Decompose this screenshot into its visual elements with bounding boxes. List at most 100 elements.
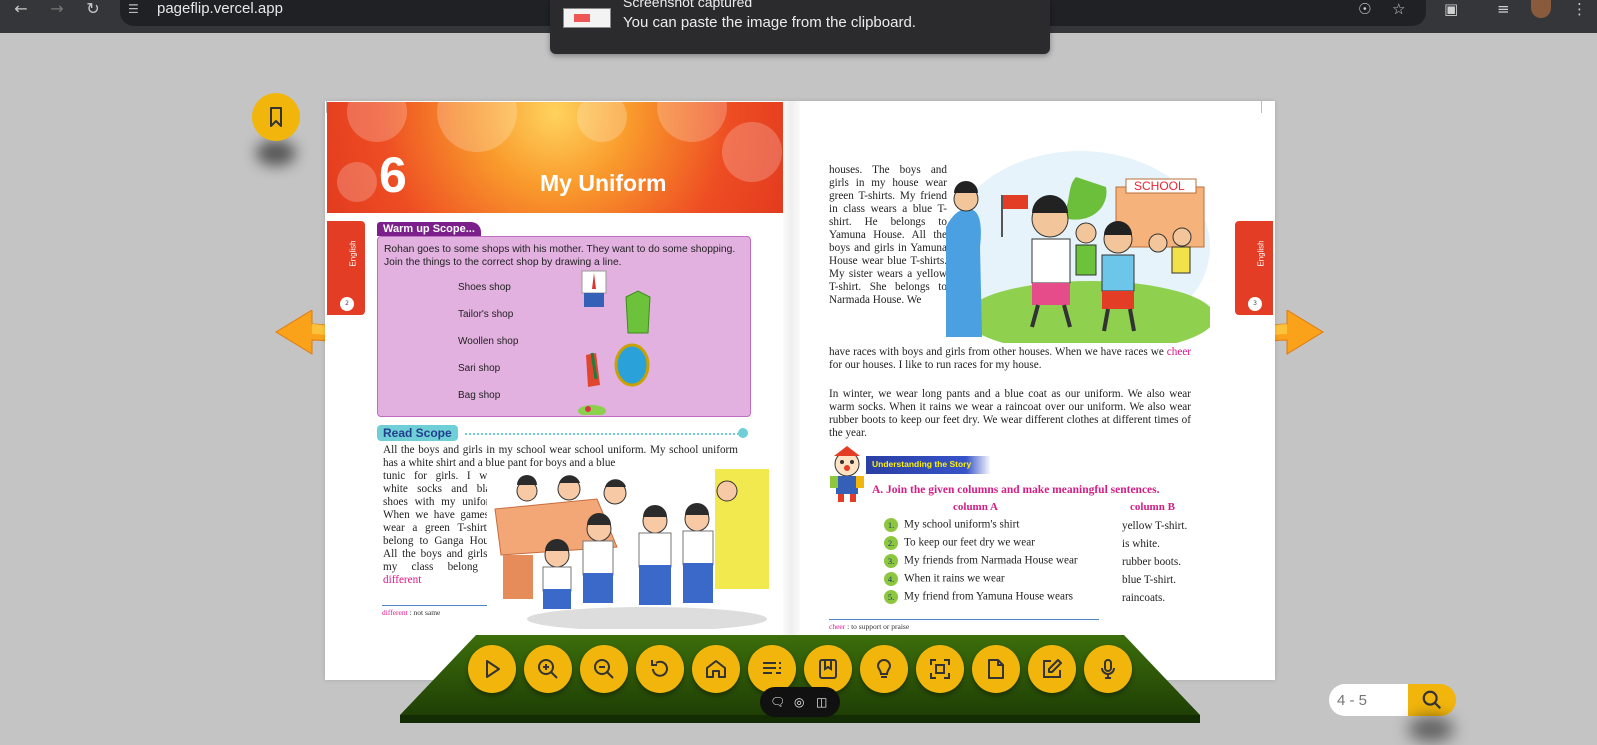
column-a-row: 1. My school uniform's shirt [884, 518, 1019, 532]
footnote-rule [829, 619, 1099, 620]
zoom-out-button[interactable] [580, 645, 628, 693]
bookmarks-icon [819, 659, 837, 679]
column-a-row: 2. To keep our feet dry we wear [884, 536, 1035, 550]
reading-text-narrow: tunic for girls. I wear white socks and … [383, 470, 501, 587]
column-a-row: 5. My friend from Yamuna House wears [884, 590, 1073, 604]
row-number-badge: 2. [884, 536, 898, 550]
menu-icon[interactable]: ⋮ [1572, 0, 1587, 18]
reset-button[interactable] [636, 645, 684, 693]
column-a-row: 3. My friends from Narmada House wear [884, 554, 1078, 568]
book-view-icon[interactable]: ◫ [816, 694, 827, 710]
column-b-heading: column B [1130, 501, 1175, 513]
notes-icon [1043, 659, 1062, 678]
star-icon[interactable]: ☆ [1392, 0, 1405, 18]
hint-button[interactable] [860, 645, 908, 693]
chapter-title: My Uniform [540, 170, 667, 196]
page-number: 3 [1248, 297, 1262, 311]
table-of-contents-icon [763, 662, 781, 674]
footnote-word: cheer [829, 622, 846, 631]
autoplay-button[interactable] [468, 645, 516, 693]
bookmark-button[interactable] [252, 93, 300, 141]
reload-icon[interactable]: ↻ [82, 0, 104, 20]
zoom-out-icon [594, 659, 614, 679]
bookmarks-button[interactable] [804, 645, 852, 693]
shop-items-illustration [578, 270, 651, 415]
warmup-box: Rohan goes to some shops with his mother… [377, 236, 751, 417]
hint-icon [876, 659, 892, 678]
page-number: 2 [340, 297, 354, 311]
reading-text-b: for our houses. I like to run races for … [829, 359, 1042, 372]
footnote-word: different [382, 608, 408, 617]
tab-label: English [348, 240, 358, 267]
tab-label: English [1256, 240, 1266, 267]
column-b-row: blue T-shirt. [1122, 574, 1177, 586]
reset-icon [651, 660, 668, 677]
flipbook[interactable]: 6 My Uniform English 2 Warm up Scope... … [325, 101, 1275, 680]
screenshot-thumbnail[interactable] [563, 8, 611, 28]
screenshot-toast: Screenshot captured You can paste the im… [550, 0, 1050, 54]
shop-label: Shoes shop [458, 282, 511, 293]
profile-avatar[interactable] [1531, 0, 1551, 18]
media-controls-icon[interactable]: ≡ [1497, 0, 1510, 18]
view-icon[interactable]: ◎ [794, 694, 804, 710]
search-icon [1422, 690, 1442, 710]
shop-label: Woollen shop [458, 336, 519, 347]
zoom-in-icon [538, 659, 558, 679]
column-a-row: 4. When it rains we wear [884, 572, 1005, 586]
row-text: My friends from Narmada House wear [904, 554, 1078, 567]
play-icon [486, 660, 500, 678]
notes-button[interactable] [1028, 645, 1076, 693]
toast-title: Screenshot captured [623, 0, 753, 10]
home-button[interactable] [692, 645, 740, 693]
row-number-badge: 4. [884, 572, 898, 586]
shop-label: Tailor's shop [458, 309, 514, 320]
reading-paragraph-2: In winter, we wear long pants and a blue… [829, 388, 1191, 440]
footnote: different : not same [382, 608, 440, 617]
school-sign: SCHOOL [1134, 179, 1185, 193]
shop-label: Sari shop [458, 363, 501, 374]
school-race-illustration: SCHOOL [946, 151, 1210, 343]
column-b-row: raincoats. [1122, 592, 1166, 604]
row-number-badge: 3. [884, 554, 898, 568]
fit-screen-button[interactable] [916, 645, 964, 693]
page-number-input[interactable] [1329, 684, 1411, 716]
left-page[interactable]: 6 My Uniform English 2 Warm up Scope... … [325, 101, 783, 680]
single-page-button[interactable] [972, 645, 1020, 693]
column-b-row: yellow T-shirt. [1122, 520, 1188, 532]
classroom-illustration [487, 469, 769, 629]
reading-text-a: have races with boys and girls from othe… [829, 346, 1164, 358]
story-title: Understanding the Story [872, 459, 972, 469]
comment-icon[interactable]: 🗨 [770, 694, 785, 710]
right-page[interactable]: houses. The boys and girls in my house w… [800, 101, 1275, 680]
eye-off-icon[interactable]: ☉ [1358, 0, 1371, 18]
url-text: pageflip.vercel.app [157, 0, 283, 17]
toast-message: You can paste the image from the clipboa… [623, 14, 916, 31]
search-shadow [1408, 716, 1454, 742]
row-text: My school uniform's shirt [904, 518, 1020, 531]
column-b-row: rubber boots. [1122, 556, 1182, 568]
reading-text-wide: have races with boys and girls from othe… [829, 346, 1191, 372]
divider [465, 433, 739, 435]
table-of-contents-button[interactable] [748, 645, 796, 693]
row-text: When it rains we wear [904, 572, 1005, 585]
page-search-button[interactable] [1408, 684, 1456, 716]
warmup-title: Warm up Scope... [377, 222, 481, 236]
site-settings-icon[interactable]: ☰ [128, 2, 144, 18]
bookmark-icon [270, 107, 282, 127]
question-title: A. Join the given columns and make meani… [872, 484, 1160, 496]
column-b-row: is white. [1122, 538, 1160, 550]
microphone-icon [1101, 659, 1115, 679]
right-side-tab: English 3 [1235, 221, 1273, 315]
reading-narrow-text: tunic for girls. I wear white socks and … [383, 470, 501, 573]
zoom-in-button[interactable] [524, 645, 572, 693]
forward-icon[interactable]: → [46, 0, 68, 20]
chapter-banner: 6 My Uniform [327, 102, 783, 213]
row-number-badge: 1. [884, 518, 898, 532]
left-side-tab: English 2 [327, 221, 365, 315]
footnote-definition: : to support or praise [847, 622, 910, 631]
extensions-icon[interactable]: ▣ [1444, 0, 1458, 18]
shop-label: Bag shop [458, 390, 501, 401]
back-icon[interactable]: ← [10, 0, 32, 20]
voice-button[interactable] [1084, 645, 1132, 693]
row-text: To keep our feet dry we wear [904, 536, 1035, 549]
